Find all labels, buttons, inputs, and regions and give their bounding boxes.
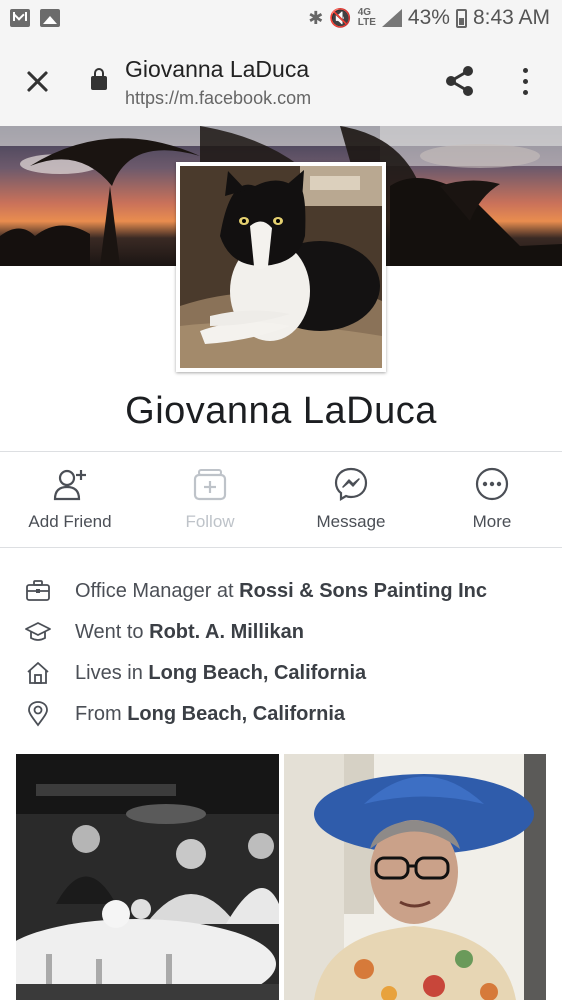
signal-icon	[381, 9, 402, 27]
status-bar: ✱ 🔇 4G LTE 43% 8:43 AM	[0, 0, 562, 38]
more-options-icon[interactable]	[515, 66, 535, 98]
close-icon[interactable]	[20, 64, 54, 98]
info-work-text: Office Manager at Rossi & Sons Painting …	[75, 580, 487, 602]
messenger-icon	[334, 467, 368, 501]
add-friend-label: Add Friend	[28, 512, 112, 531]
photo-thumbnail[interactable]	[16, 754, 279, 1000]
info-hometown-text: From Long Beach, California	[75, 703, 346, 725]
more-icon	[475, 467, 509, 501]
info-work[interactable]: Office Manager at Rossi & Sons Painting …	[0, 572, 562, 612]
page-url[interactable]: https://m.facebook.com	[125, 88, 311, 109]
lock-icon	[91, 68, 107, 90]
network-indicator: 4G LTE	[357, 7, 376, 28]
profile-name: Giovanna LaDuca	[125, 390, 437, 432]
follow-icon	[193, 469, 227, 501]
browser-bar: Giovanna LaDuca https://m.facebook.com	[0, 38, 562, 127]
info-education-text: Went to Robt. A. Millikan	[75, 621, 304, 643]
info-education-link[interactable]: Robt. A. Millikan	[149, 621, 304, 643]
location-pin-icon	[28, 701, 48, 727]
add-friend-button[interactable]: Add Friend	[0, 466, 140, 532]
gmail-icon	[10, 9, 30, 27]
info-education[interactable]: Went to Robt. A. Millikan	[0, 613, 562, 653]
info-current-city-text: Lives in Long Beach, California	[75, 662, 367, 684]
info-work-link[interactable]: Rossi & Sons Painting Inc	[239, 580, 487, 602]
photo-thumbnail[interactable]	[284, 754, 546, 1000]
divider	[0, 547, 562, 548]
more-label: More	[472, 512, 512, 531]
info-current-city[interactable]: Lives in Long Beach, California	[0, 654, 562, 694]
bluetooth-icon: ✱	[308, 7, 324, 28]
share-icon[interactable]	[443, 64, 477, 98]
profile-photo[interactable]	[176, 162, 386, 372]
info-hometown[interactable]: From Long Beach, California	[0, 695, 562, 735]
home-icon	[27, 662, 49, 684]
follow-label: Follow	[185, 512, 235, 531]
battery-percent: 43%	[407, 6, 450, 29]
add-friend-icon	[53, 469, 86, 501]
page-title: Giovanna LaDuca	[125, 56, 310, 82]
clock: 8:43 AM	[472, 6, 550, 29]
info-current-city-link[interactable]: Long Beach, California	[148, 662, 366, 684]
info-hometown-link[interactable]: Long Beach, California	[127, 703, 345, 725]
battery-icon	[455, 8, 467, 28]
more-button[interactable]: More	[422, 466, 562, 532]
follow-button[interactable]: Follow	[140, 466, 280, 532]
profile-actions: Add Friend Follow Message More	[0, 466, 562, 546]
gallery-icon	[40, 9, 60, 27]
briefcase-icon	[26, 580, 50, 601]
message-button[interactable]: Message	[281, 466, 421, 532]
mute-icon: 🔇	[329, 7, 352, 28]
divider	[0, 451, 562, 452]
graduation-cap-icon	[25, 622, 51, 641]
message-label: Message	[316, 512, 386, 531]
